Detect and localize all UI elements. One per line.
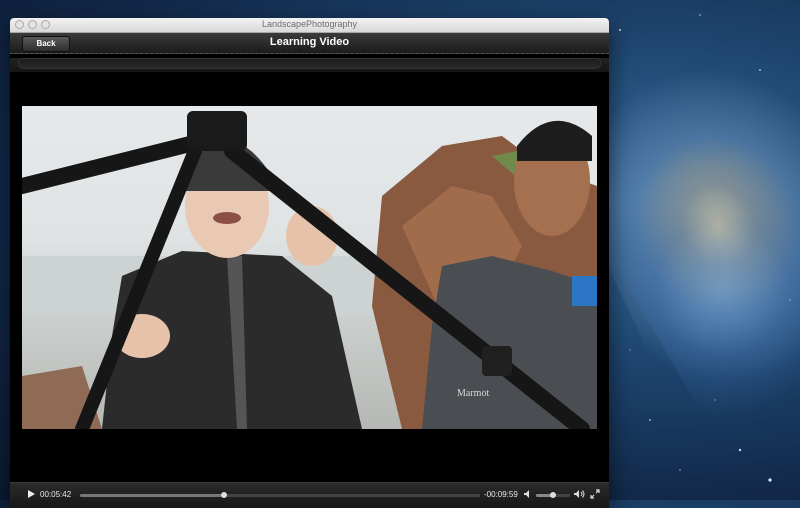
elapsed-time: 00:05:42 — [40, 490, 72, 499]
progress-fill — [80, 494, 224, 497]
sub-toolbar-track — [18, 58, 601, 69]
window-title: LandscapePhotography — [261, 19, 358, 29]
title-bar[interactable]: LandscapePhotography — [10, 18, 609, 33]
progress-knob[interactable] — [221, 492, 227, 498]
volume-low-icon[interactable] — [523, 489, 533, 499]
volume-high-icon[interactable] — [573, 489, 585, 499]
jacket-logo-text: Marmot — [457, 388, 489, 399]
progress-scrubber[interactable] — [80, 492, 480, 498]
volume-slider[interactable] — [536, 492, 570, 498]
remaining-time: -00:09:59 — [484, 490, 518, 499]
video-frame-image: Marmot — [22, 111, 597, 429]
fullscreen-icon[interactable] — [590, 489, 600, 499]
navigation-bar: Back Learning Video — [10, 33, 609, 54]
play-icon[interactable] — [26, 489, 36, 499]
video-area: Marmot — [10, 72, 609, 496]
app-window: LandscapePhotography Back Learning Video — [10, 18, 609, 508]
playback-controls: 00:05:42 -00:09:59 — [10, 482, 609, 508]
volume-knob[interactable] — [550, 492, 556, 498]
page-title: Learning Video — [269, 36, 350, 48]
video-player[interactable]: Marmot — [22, 106, 597, 429]
